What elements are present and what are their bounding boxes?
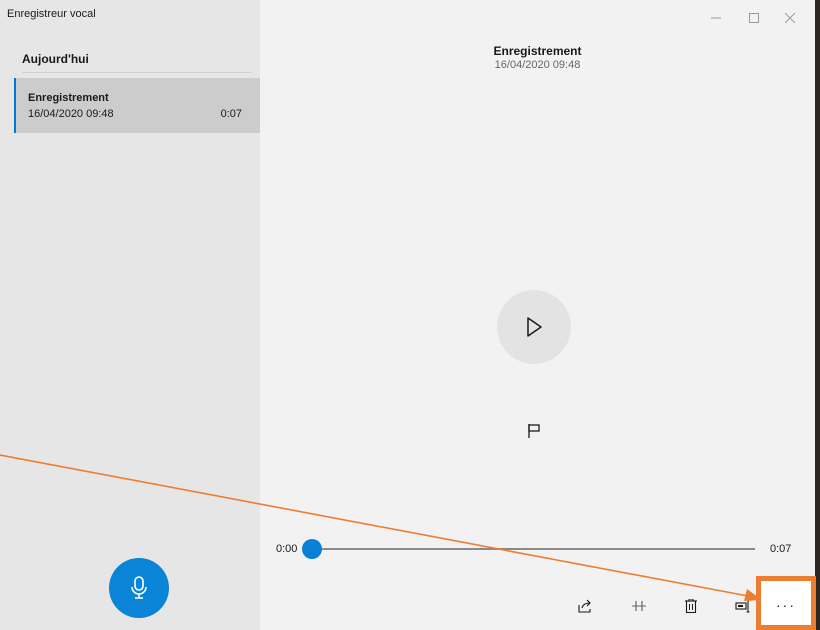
close-icon — [785, 13, 795, 23]
recording-timestamp: 16/04/2020 09:48 — [494, 59, 581, 71]
more-options-button[interactable]: ··· — [756, 576, 816, 630]
maximize-button[interactable] — [742, 6, 766, 30]
close-button[interactable] — [778, 6, 802, 30]
trim-button[interactable] — [628, 596, 650, 616]
recording-date: 16/04/2020 09:48 — [28, 108, 114, 120]
recording-detail-pane: Enregistrement 16/04/2020 09:48 0:00 0:0… — [260, 0, 815, 630]
rename-icon — [735, 599, 750, 613]
group-divider — [22, 72, 251, 73]
delete-button[interactable] — [680, 596, 702, 616]
more-options-icon: ··· — [776, 597, 796, 613]
microphone-icon — [131, 576, 147, 599]
selection-indicator — [14, 78, 16, 133]
background-edge — [815, 0, 820, 630]
minimize-icon — [711, 17, 721, 19]
group-header-today: Aujourd'hui — [22, 52, 89, 66]
rename-button[interactable] — [732, 596, 754, 616]
trim-icon — [632, 601, 646, 611]
maximize-icon — [749, 13, 759, 23]
recording-name: Enregistrement — [28, 92, 109, 104]
playback-thumb[interactable] — [302, 539, 322, 559]
playback-slider[interactable] — [302, 539, 755, 559]
delete-icon — [685, 599, 697, 613]
elapsed-time: 0:00 — [276, 543, 298, 555]
play-icon — [527, 317, 542, 337]
voice-recorder-window: Enregistreur vocal Aujourd'hui Enregistr… — [0, 0, 815, 630]
record-button[interactable] — [109, 558, 169, 618]
share-icon — [578, 599, 591, 613]
recording-title: Enregistrement — [493, 44, 582, 58]
minimize-button[interactable] — [704, 6, 728, 30]
recordings-sidebar: Enregistreur vocal Aujourd'hui Enregistr… — [0, 0, 260, 630]
recording-list-item[interactable]: Enregistrement 16/04/2020 09:48 0:07 — [14, 78, 260, 133]
app-title: Enregistreur vocal — [7, 8, 96, 20]
share-button[interactable] — [574, 596, 596, 616]
recording-duration: 0:07 — [220, 108, 242, 120]
add-marker-button[interactable] — [523, 420, 545, 442]
total-duration: 0:07 — [770, 543, 792, 555]
play-button[interactable] — [497, 290, 571, 364]
flag-icon — [528, 424, 540, 438]
